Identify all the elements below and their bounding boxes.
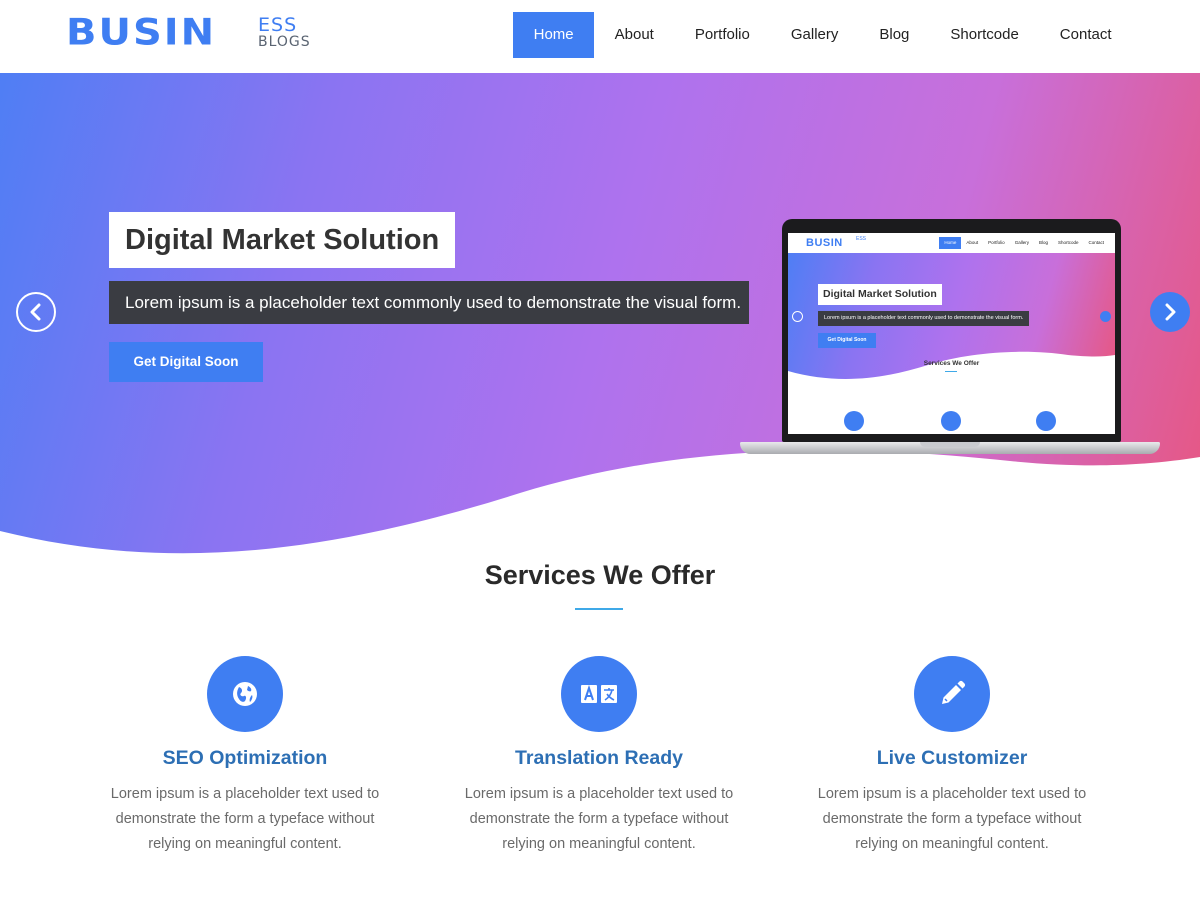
mockup-logo: BUSIN bbox=[806, 237, 843, 249]
mockup-nav-item: About bbox=[966, 240, 979, 245]
service-icon-circle bbox=[207, 656, 283, 732]
nav-item-portfolio[interactable]: Portfolio bbox=[674, 12, 770, 58]
service-card-seo: SEO Optimization Lorem ipsum is a placeh… bbox=[85, 656, 405, 857]
chevron-right-icon bbox=[1165, 303, 1176, 321]
nav-item-contact[interactable]: Contact bbox=[1039, 12, 1132, 58]
mockup-nav-item: Shortcode bbox=[1057, 240, 1079, 245]
laptop-screen: BUSIN ESS Home About Portfolio Gallery B… bbox=[788, 233, 1115, 434]
site-header: BUSIN ESS BLOGS Home About Portfolio Gal… bbox=[0, 0, 1200, 73]
get-digital-button[interactable]: Get Digital Soon bbox=[109, 342, 263, 382]
logo-top-text: ESS bbox=[258, 14, 298, 36]
mockup-globe-icon bbox=[844, 411, 864, 431]
mockup-nav: Home About Portfolio Gallery Blog Shortc… bbox=[939, 237, 1109, 249]
nav-item-blog[interactable]: Blog bbox=[859, 12, 930, 58]
mockup-next-icon bbox=[1100, 311, 1111, 322]
hero-subtitle: Lorem ipsum is a placeholder text common… bbox=[125, 293, 742, 312]
mockup-nav-item: Contact bbox=[1088, 240, 1104, 245]
nav-item-gallery[interactable]: Gallery bbox=[770, 12, 859, 58]
chevron-left-icon bbox=[30, 303, 41, 321]
laptop-mockup-image: BUSIN ESS Home About Portfolio Gallery B… bbox=[740, 219, 1160, 465]
mockup-logo-small: ESS bbox=[856, 236, 867, 242]
service-title: Translation Ready bbox=[515, 747, 683, 769]
services-title: Services We Offer bbox=[484, 560, 716, 590]
pencil-icon bbox=[942, 680, 966, 704]
mockup-hero-subtitle: Lorem ipsum is a placeholder text common… bbox=[818, 311, 1030, 326]
mockup-services-underline bbox=[945, 371, 957, 372]
mockup-nav-item: Blog bbox=[1038, 240, 1048, 245]
service-description: Lorem ipsum is a placeholder text used t… bbox=[817, 786, 1087, 852]
hero-subtitle-box: Lorem ipsum is a placeholder text common… bbox=[109, 281, 749, 324]
service-description: Lorem ipsum is a placeholder text used t… bbox=[110, 786, 380, 852]
mockup-nav-item: Home bbox=[939, 237, 962, 249]
mockup-header: BUSIN ESS Home About Portfolio Gallery B… bbox=[788, 233, 1115, 253]
globe-icon bbox=[233, 682, 257, 706]
mockup-pencil-icon bbox=[1036, 411, 1056, 431]
translate-icon bbox=[581, 684, 617, 703]
mockup-nav-item: Gallery bbox=[1014, 240, 1029, 245]
mockup-hero-title: Digital Market Solution bbox=[818, 284, 942, 305]
main-nav: Home About Portfolio Gallery Blog Shortc… bbox=[513, 12, 1132, 58]
services-underline bbox=[575, 608, 623, 610]
nav-item-shortcode[interactable]: Shortcode bbox=[930, 12, 1039, 58]
site-logo[interactable]: BUSIN ESS BLOGS bbox=[66, 14, 326, 54]
hero-slider: Digital Market Solution Lorem ipsum is a… bbox=[0, 73, 1200, 573]
nav-item-about[interactable]: About bbox=[594, 12, 674, 58]
service-title: SEO Optimization bbox=[162, 747, 328, 769]
mockup-prev-icon bbox=[792, 311, 803, 322]
mockup-translate-icon bbox=[941, 411, 961, 431]
mockup-nav-item: Portfolio bbox=[988, 240, 1005, 245]
service-description: Lorem ipsum is a placeholder text used t… bbox=[464, 786, 734, 852]
mockup-services-title: Services We Offer bbox=[923, 360, 980, 367]
slider-prev-button[interactable] bbox=[16, 292, 56, 332]
laptop-notch bbox=[920, 442, 980, 447]
hero-title-box: Digital Market Solution bbox=[109, 212, 456, 268]
service-card-translation: Translation Ready Lorem ipsum is a place… bbox=[439, 656, 759, 857]
logo-bottom-text: BLOGS bbox=[258, 34, 311, 50]
logo-main-text: BUSIN bbox=[66, 11, 217, 54]
nav-item-home[interactable]: Home bbox=[513, 12, 595, 58]
service-title: Live Customizer bbox=[876, 747, 1028, 769]
service-icon-circle bbox=[914, 656, 990, 732]
service-card-customizer: Live Customizer Lorem ipsum is a placeho… bbox=[792, 656, 1112, 857]
hero-title: Digital Market Solution bbox=[125, 224, 440, 256]
mockup-hero-button: Get Digital Soon bbox=[818, 333, 876, 348]
service-icon-circle bbox=[561, 656, 637, 732]
